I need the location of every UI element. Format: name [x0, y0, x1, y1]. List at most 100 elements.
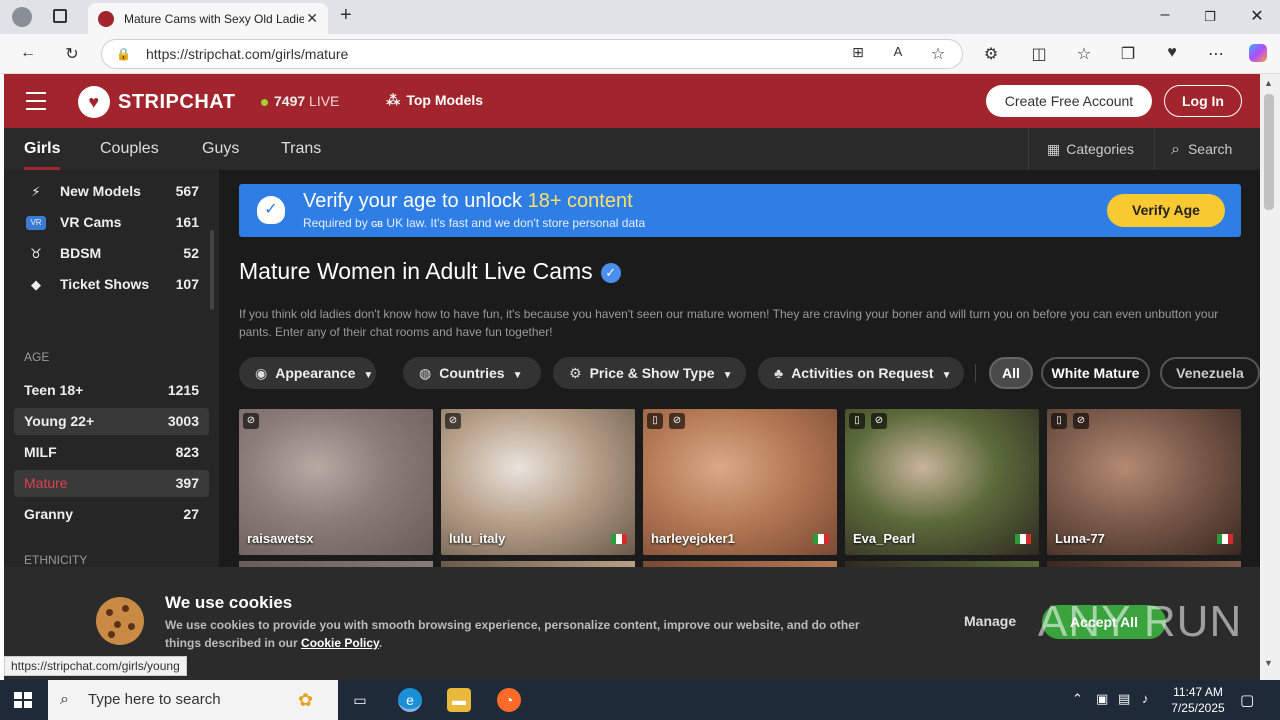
login-button[interactable]: Log In — [1164, 85, 1242, 117]
manage-cookies-button[interactable]: Manage — [964, 613, 1016, 629]
verify-title-text: Verify your age to unlock — [303, 190, 523, 212]
copilot-icon[interactable] — [1247, 44, 1269, 67]
sidebar-item-mature[interactable]: Mature 397 — [14, 470, 209, 497]
sidebar-item-count: 397 — [175, 475, 199, 491]
sidebar-item-count: 567 — [175, 183, 199, 199]
hd-camera-icon: ⊘ — [871, 413, 887, 429]
scrollbar-thumb[interactable] — [1264, 94, 1274, 210]
new-tab-button[interactable]: + — [340, 4, 352, 27]
sidebar-scrollbar[interactable] — [210, 230, 214, 310]
caret-down-icon: ▼ — [512, 370, 523, 381]
sidebar-item-label: New Models — [60, 183, 141, 199]
search-button[interactable]: ⌕ Search — [1154, 128, 1260, 170]
read-aloud-icon[interactable]: A — [887, 44, 909, 59]
sidebar-item-bdsm[interactable]: ♉ BDSM 52 — [14, 240, 209, 267]
task-view-icon[interactable]: ▭ — [348, 688, 372, 712]
activities-filter[interactable]: ♣ Activities on Request ▼ — [758, 357, 964, 389]
tab-guys[interactable]: Guys — [202, 140, 239, 158]
performance-icon[interactable]: ♥ — [1161, 44, 1183, 62]
edge-browser-icon[interactable]: e — [398, 688, 422, 712]
grid-icon: ▦ — [1047, 141, 1061, 157]
firefox-icon[interactable]: ◔ — [497, 688, 521, 712]
minimize-icon[interactable]: – — [1155, 6, 1175, 24]
age-heading: AGE — [24, 350, 50, 364]
pill-white-mature[interactable]: White Mature — [1041, 357, 1150, 389]
countries-filter[interactable]: ◍ Countries ▼ — [403, 357, 541, 389]
categories-button[interactable]: ▦ Categories — [1028, 128, 1154, 170]
profile-icon[interactable] — [12, 7, 32, 27]
categories-label: Categories — [1066, 141, 1134, 157]
price-show-type-filter[interactable]: ⚙ Price & Show Type ▼ — [553, 357, 746, 389]
model-card[interactable]: ▯ ⊘ Luna-77 — [1047, 409, 1241, 555]
create-account-button[interactable]: Create Free Account — [986, 85, 1152, 117]
refresh-icon[interactable]: ↻ — [61, 44, 83, 64]
cookie-icon — [96, 597, 144, 645]
sidebar-item-count: 3003 — [167, 413, 199, 429]
page-scrollbar[interactable]: ▲ ▼ — [1260, 74, 1280, 685]
browser-tab-bar: Mature Cams with Sexy Old Ladie ✕ + – ❐ … — [0, 0, 1280, 34]
sidebar-item-label: Ticket Shows — [60, 276, 150, 292]
window-close-icon[interactable]: ✕ — [1247, 6, 1267, 26]
pill-venezuela[interactable]: Venezuela — [1160, 357, 1260, 389]
notifications-icon[interactable]: ▢ — [1240, 691, 1254, 709]
italy-flag-icon — [611, 534, 627, 544]
model-card[interactable]: ▯ ⊘ Eva_Pearl — [845, 409, 1039, 555]
tab-close-icon[interactable]: ✕ — [306, 10, 318, 27]
tab-trans[interactable]: Trans — [281, 140, 321, 158]
windows-start-icon[interactable] — [14, 692, 32, 708]
ticket-icon: ◆ — [31, 277, 41, 292]
tab-girls[interactable]: Girls — [24, 140, 60, 158]
site-logo[interactable]: ♥ STRIPCHAT — [78, 86, 235, 118]
sidebar-item-new-models[interactable]: ⚡ New Models 567 — [14, 178, 209, 205]
tray-chevron-icon[interactable]: ⌃ — [1072, 691, 1083, 707]
tab-couples[interactable]: Couples — [100, 140, 159, 158]
app-available-icon[interactable]: ⊞ — [847, 44, 869, 61]
italy-flag-icon — [1217, 534, 1233, 544]
taskbar-search-box[interactable]: ⌕ Type here to search ✿ — [48, 680, 338, 720]
sidebar-item-teen[interactable]: Teen 18+ 1215 — [14, 377, 209, 404]
restore-icon[interactable]: ❐ — [1200, 9, 1220, 25]
filter-divider — [975, 364, 976, 382]
sidebar-item-milf[interactable]: MILF 823 — [14, 439, 209, 466]
sidebar-item-granny[interactable]: Granny 27 — [14, 501, 209, 528]
scroll-down-icon[interactable]: ▼ — [1264, 658, 1273, 668]
sidebar-item-count: 161 — [175, 214, 199, 230]
globe-icon: ◍ — [419, 365, 432, 381]
favorites-icon[interactable]: ☆ — [1073, 44, 1095, 64]
model-card[interactable]: ⊘ lulu_italy — [441, 409, 635, 555]
clock-time: 11:47 AM — [1173, 685, 1223, 699]
site-info-icon[interactable]: 🔒 — [116, 47, 131, 61]
top-models-link[interactable]: ⁂ Top Models — [386, 92, 483, 109]
browser-tab-active[interactable]: Mature Cams with Sexy Old Ladie ✕ — [88, 3, 328, 34]
back-icon[interactable]: ← — [17, 44, 39, 62]
hd-camera-icon: ⊘ — [669, 413, 685, 429]
scroll-up-icon[interactable]: ▲ — [1264, 78, 1273, 88]
appearance-filter[interactable]: ◉ Appearance ▼ — [239, 357, 376, 389]
sidebar-item-count: 107 — [175, 276, 199, 292]
collections-icon[interactable]: ❐ — [1117, 44, 1139, 64]
model-card[interactable]: ⊘ raisawetsx — [239, 409, 433, 555]
volume-icon[interactable]: ♪ — [1142, 691, 1149, 706]
sidebar-item-label: BDSM — [60, 245, 102, 261]
taskbar-clock[interactable]: 11:47 AM 7/25/2025 — [1168, 684, 1228, 716]
sidebar-item-count: 823 — [175, 444, 199, 460]
network-icon[interactable]: ▤ — [1118, 691, 1130, 707]
menu-hamburger-icon[interactable] — [26, 92, 46, 116]
address-bar[interactable]: 🔒 https://stripchat.com/girls/mature — [101, 39, 963, 69]
split-screen-icon[interactable]: ◫ — [1028, 44, 1050, 64]
sidebar-item-young[interactable]: Young 22+ 3003 — [14, 408, 209, 435]
file-explorer-icon[interactable]: ▬ — [447, 688, 471, 712]
favorite-star-icon[interactable]: ☆ — [927, 44, 949, 64]
ethnicity-heading: ETHNICITY — [24, 553, 88, 567]
tray-device-icon[interactable]: ▣ — [1096, 691, 1108, 707]
live-label: LIVE — [309, 93, 340, 109]
verify-age-button[interactable]: Verify Age — [1107, 194, 1225, 227]
more-menu-icon[interactable]: ⋯ — [1205, 44, 1227, 64]
sidebar-item-ticket-shows[interactable]: ◆ Ticket Shows 107 — [14, 271, 209, 298]
model-card[interactable]: ▯ ⊘ harleyejoker1 — [643, 409, 837, 555]
extensions-icon[interactable]: ⚙ — [980, 44, 1002, 64]
pill-all[interactable]: All — [989, 357, 1033, 389]
cookie-policy-link[interactable]: Cookie Policy — [301, 636, 379, 650]
sidebar-item-vr-cams[interactable]: VR VR Cams 161 — [14, 209, 209, 236]
tab-actions-icon[interactable] — [53, 9, 67, 23]
